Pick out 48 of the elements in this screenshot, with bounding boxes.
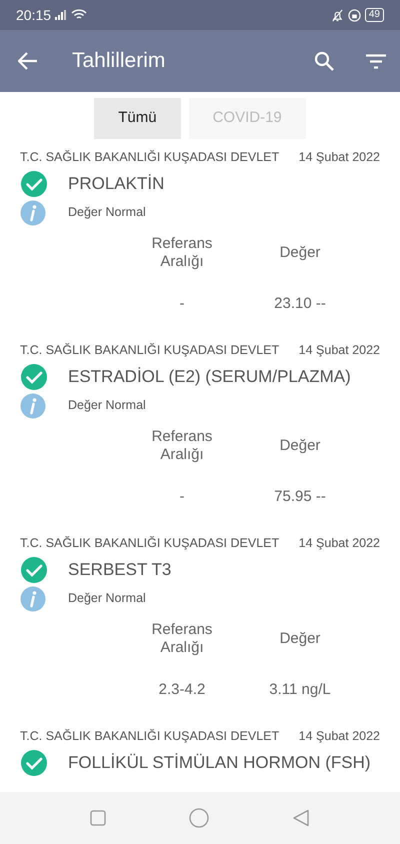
hospital-name: T.C. SAĞLIK BAKANLIĞI KUŞADASI DEVLET — [20, 149, 280, 166]
wifi-icon — [71, 9, 88, 21]
result-value: 75.95 -- — [273, 488, 327, 506]
result-date: 14 Şubat 2022 — [298, 342, 380, 360]
test-name: PROLAKTİN — [68, 172, 164, 195]
column-header: Referans Aralığı — [150, 428, 214, 463]
column-header: Değer — [278, 244, 322, 262]
lock-rotation-icon — [348, 8, 361, 22]
filter-tab[interactable]: Tümü — [94, 98, 181, 138]
check-icon — [20, 748, 48, 776]
info-icon — [20, 200, 46, 226]
check-icon — [20, 170, 48, 198]
home-icon[interactable] — [188, 808, 209, 828]
info-icon — [20, 392, 46, 418]
reference-range: 2.3-4.2 — [158, 680, 206, 698]
check-icon — [20, 556, 48, 584]
back-icon[interactable] — [292, 809, 310, 827]
result-date: 14 Şubat 2022 — [298, 149, 380, 166]
signal-icon — [55, 10, 68, 20]
result-value: 3.11 ng/L — [268, 680, 332, 698]
filter-icon[interactable] — [366, 54, 386, 68]
test-name: FOLLİKÜL STİMÜLAN HORMON (FSH) — [68, 752, 371, 774]
hospital-name: T.C. SAĞLIK BAKANLIĞI KUŞADASI DEVLET — [20, 342, 280, 360]
column-header: Değer — [278, 436, 322, 454]
result-note: Değer Normal — [68, 204, 146, 222]
result-note: Değer Normal — [68, 397, 146, 414]
test-name: ESTRADİOL (E2) (SERUM/PLAZMA) — [68, 366, 351, 388]
result-date: 14 Şubat 2022 — [298, 728, 380, 746]
column-header: Referans Aralığı — [150, 621, 214, 656]
bell-off-icon — [330, 8, 344, 22]
hospital-name: T.C. SAĞLIK BAKANLIĞI KUŞADASI DEVLET — [20, 535, 280, 552]
screen-title: Tahlillerim — [72, 48, 166, 74]
info-icon — [20, 586, 46, 612]
search-icon[interactable] — [314, 51, 334, 71]
check-icon — [20, 362, 48, 390]
column-header: Değer — [278, 630, 322, 648]
result-value: 23.10 -- — [273, 294, 327, 312]
battery-indicator: 49 — [364, 8, 384, 22]
test-name: SERBEST T3 — [68, 558, 172, 581]
recent-apps-icon[interactable] — [90, 810, 106, 826]
back-arrow-icon[interactable] — [18, 52, 38, 70]
column-header: Referans Aralığı — [150, 235, 214, 270]
status-time: 20:15 — [16, 6, 52, 24]
hospital-name: T.C. SAĞLIK BAKANLIĞI KUŞADASI DEVLET — [20, 728, 280, 746]
result-note: Değer Normal — [68, 590, 146, 608]
result-date: 14 Şubat 2022 — [298, 535, 380, 552]
reference-range: - — [178, 488, 186, 506]
reference-range: - — [178, 294, 186, 312]
